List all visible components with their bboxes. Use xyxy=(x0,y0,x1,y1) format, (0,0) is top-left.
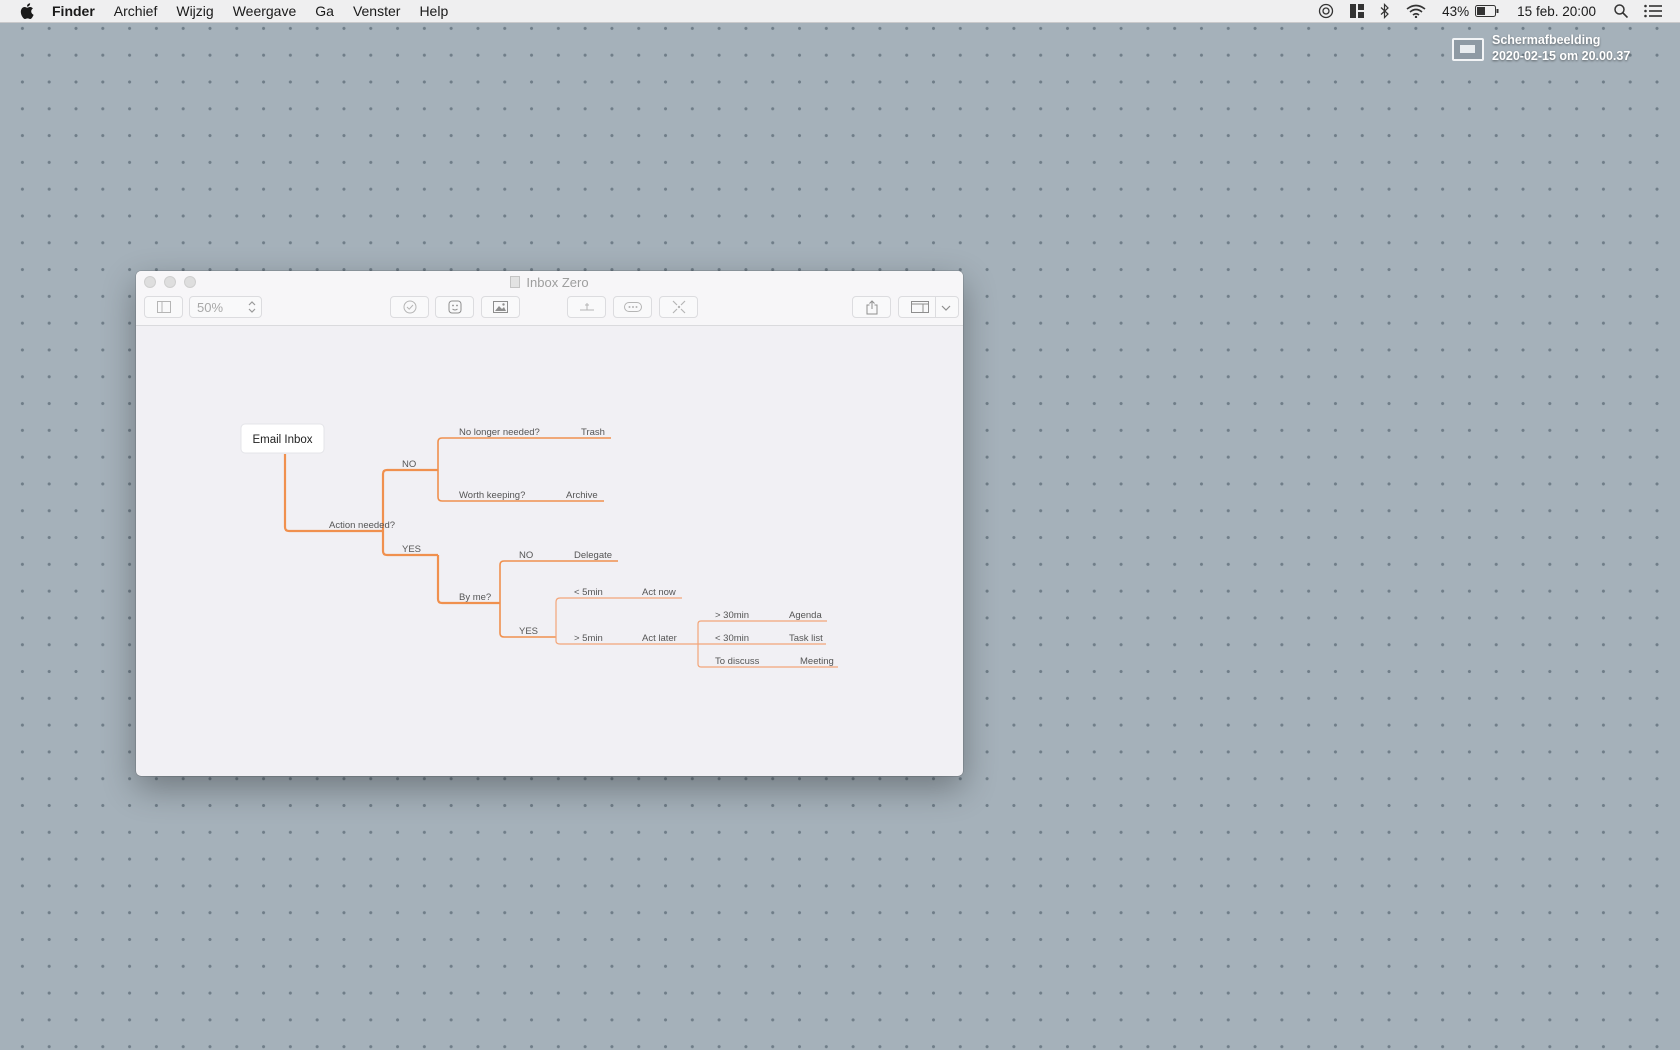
mindmap-canvas[interactable]: Email Inbox Action needed? NO YES No lon… xyxy=(136,326,963,776)
bluetooth-icon[interactable] xyxy=(1380,3,1390,19)
menu-archief[interactable]: Archief xyxy=(114,0,158,22)
label-no[interactable]: NO xyxy=(402,459,416,470)
window-title-text: Inbox Zero xyxy=(526,275,589,290)
window-titlebar: Inbox Zero 50% xyxy=(136,271,963,326)
sticker-button[interactable] xyxy=(435,296,474,318)
label-act-now[interactable]: Act now xyxy=(642,587,676,598)
node-email-inbox-label: Email Inbox xyxy=(252,434,312,446)
subtopic-icon xyxy=(579,303,594,311)
task-button[interactable] xyxy=(390,296,429,318)
desktop-file-label: Schermafbeelding 2020-02-15 om 20.00.37 xyxy=(1492,32,1630,64)
notification-center-icon[interactable] xyxy=(1644,4,1662,18)
label-by-me-no[interactable]: NO xyxy=(519,550,533,561)
label-yes[interactable]: YES xyxy=(402,544,421,555)
label-gt-30min[interactable]: > 30min xyxy=(715,610,749,621)
share-button[interactable] xyxy=(852,296,891,318)
wifi-icon[interactable] xyxy=(1406,4,1426,18)
sidebar-toggle-button[interactable] xyxy=(144,296,183,318)
label-worth-keeping[interactable]: Worth keeping? xyxy=(459,490,525,501)
window-title: Inbox Zero xyxy=(136,275,963,290)
relationship-button[interactable] xyxy=(613,296,652,318)
chevron-down-icon xyxy=(941,305,951,311)
menu-venster[interactable]: Venster xyxy=(353,0,400,22)
checkmark-circle-icon xyxy=(403,300,416,314)
label-gt-5min[interactable]: > 5min xyxy=(574,633,603,644)
menu-help[interactable]: Help xyxy=(419,0,448,22)
image-button[interactable] xyxy=(481,296,520,318)
node-email-inbox[interactable]: Email Inbox xyxy=(240,423,325,454)
image-icon xyxy=(493,301,508,313)
panel-icon xyxy=(910,301,929,313)
battery-icon[interactable] xyxy=(1475,5,1499,17)
menu-weergave[interactable]: Weergave xyxy=(233,0,297,22)
label-agenda[interactable]: Agenda xyxy=(789,610,822,621)
view-options-button[interactable] xyxy=(898,296,959,318)
layout-grid-icon[interactable] xyxy=(1350,4,1365,18)
label-to-discuss[interactable]: To discuss xyxy=(715,656,760,667)
clock[interactable]: 15 feb. 20:00 xyxy=(1517,4,1596,19)
zoom-value: 50% xyxy=(197,300,224,315)
focus-button[interactable] xyxy=(659,296,698,318)
menu-finder[interactable]: Finder xyxy=(52,0,95,22)
apple-menu-icon[interactable] xyxy=(20,3,34,19)
zoom-stepper[interactable]: 50% xyxy=(189,296,262,318)
desktop-screenshot-file[interactable]: Schermafbeelding 2020-02-15 om 20.00.37 xyxy=(1452,32,1630,64)
label-trash[interactable]: Trash xyxy=(581,427,605,438)
label-archive[interactable]: Archive xyxy=(566,490,598,501)
button-divider xyxy=(935,297,936,317)
desktop-file-date: 2020-02-15 om 20.00.37 xyxy=(1492,49,1631,63)
mindmap-diagram: Email Inbox Action needed? NO YES No lon… xyxy=(240,423,838,668)
label-act-later[interactable]: Act later xyxy=(642,633,677,644)
label-no-longer-needed[interactable]: No longer needed? xyxy=(459,427,540,438)
menu-ga[interactable]: Ga xyxy=(315,0,334,22)
more-dots-icon xyxy=(623,302,642,312)
mindmap-window: Inbox Zero 50% Email Inbox Action needed… xyxy=(136,271,963,776)
sidebar-icon xyxy=(156,301,171,313)
spotlight-search-icon[interactable] xyxy=(1614,4,1628,18)
target-icon[interactable] xyxy=(1318,3,1334,19)
label-task-list[interactable]: Task list xyxy=(789,633,823,644)
sticker-icon xyxy=(448,300,461,314)
label-by-me[interactable]: By me? xyxy=(459,592,491,603)
menu-bar: Finder Archief Wijzig Weergave Ga Venste… xyxy=(0,0,1680,23)
label-lt-5min[interactable]: < 5min xyxy=(574,587,603,598)
label-by-me-yes[interactable]: YES xyxy=(519,626,538,637)
focus-arrows-icon xyxy=(672,300,685,314)
label-delegate[interactable]: Delegate xyxy=(574,550,612,561)
mindmap-secondary-branches xyxy=(437,437,618,638)
menu-wijzig[interactable]: Wijzig xyxy=(176,0,213,22)
add-subtopic-button[interactable] xyxy=(567,296,606,318)
stepper-arrows-icon xyxy=(248,301,256,313)
label-lt-30min[interactable]: < 30min xyxy=(715,633,749,644)
share-icon xyxy=(866,299,877,314)
desktop-file-name: Schermafbeelding xyxy=(1492,33,1601,47)
label-action-needed[interactable]: Action needed? xyxy=(329,520,395,531)
document-icon xyxy=(510,276,521,288)
battery-percent: 43% xyxy=(1442,3,1470,19)
screenshot-thumbnail-icon xyxy=(1452,38,1484,61)
label-meeting[interactable]: Meeting xyxy=(800,656,834,667)
